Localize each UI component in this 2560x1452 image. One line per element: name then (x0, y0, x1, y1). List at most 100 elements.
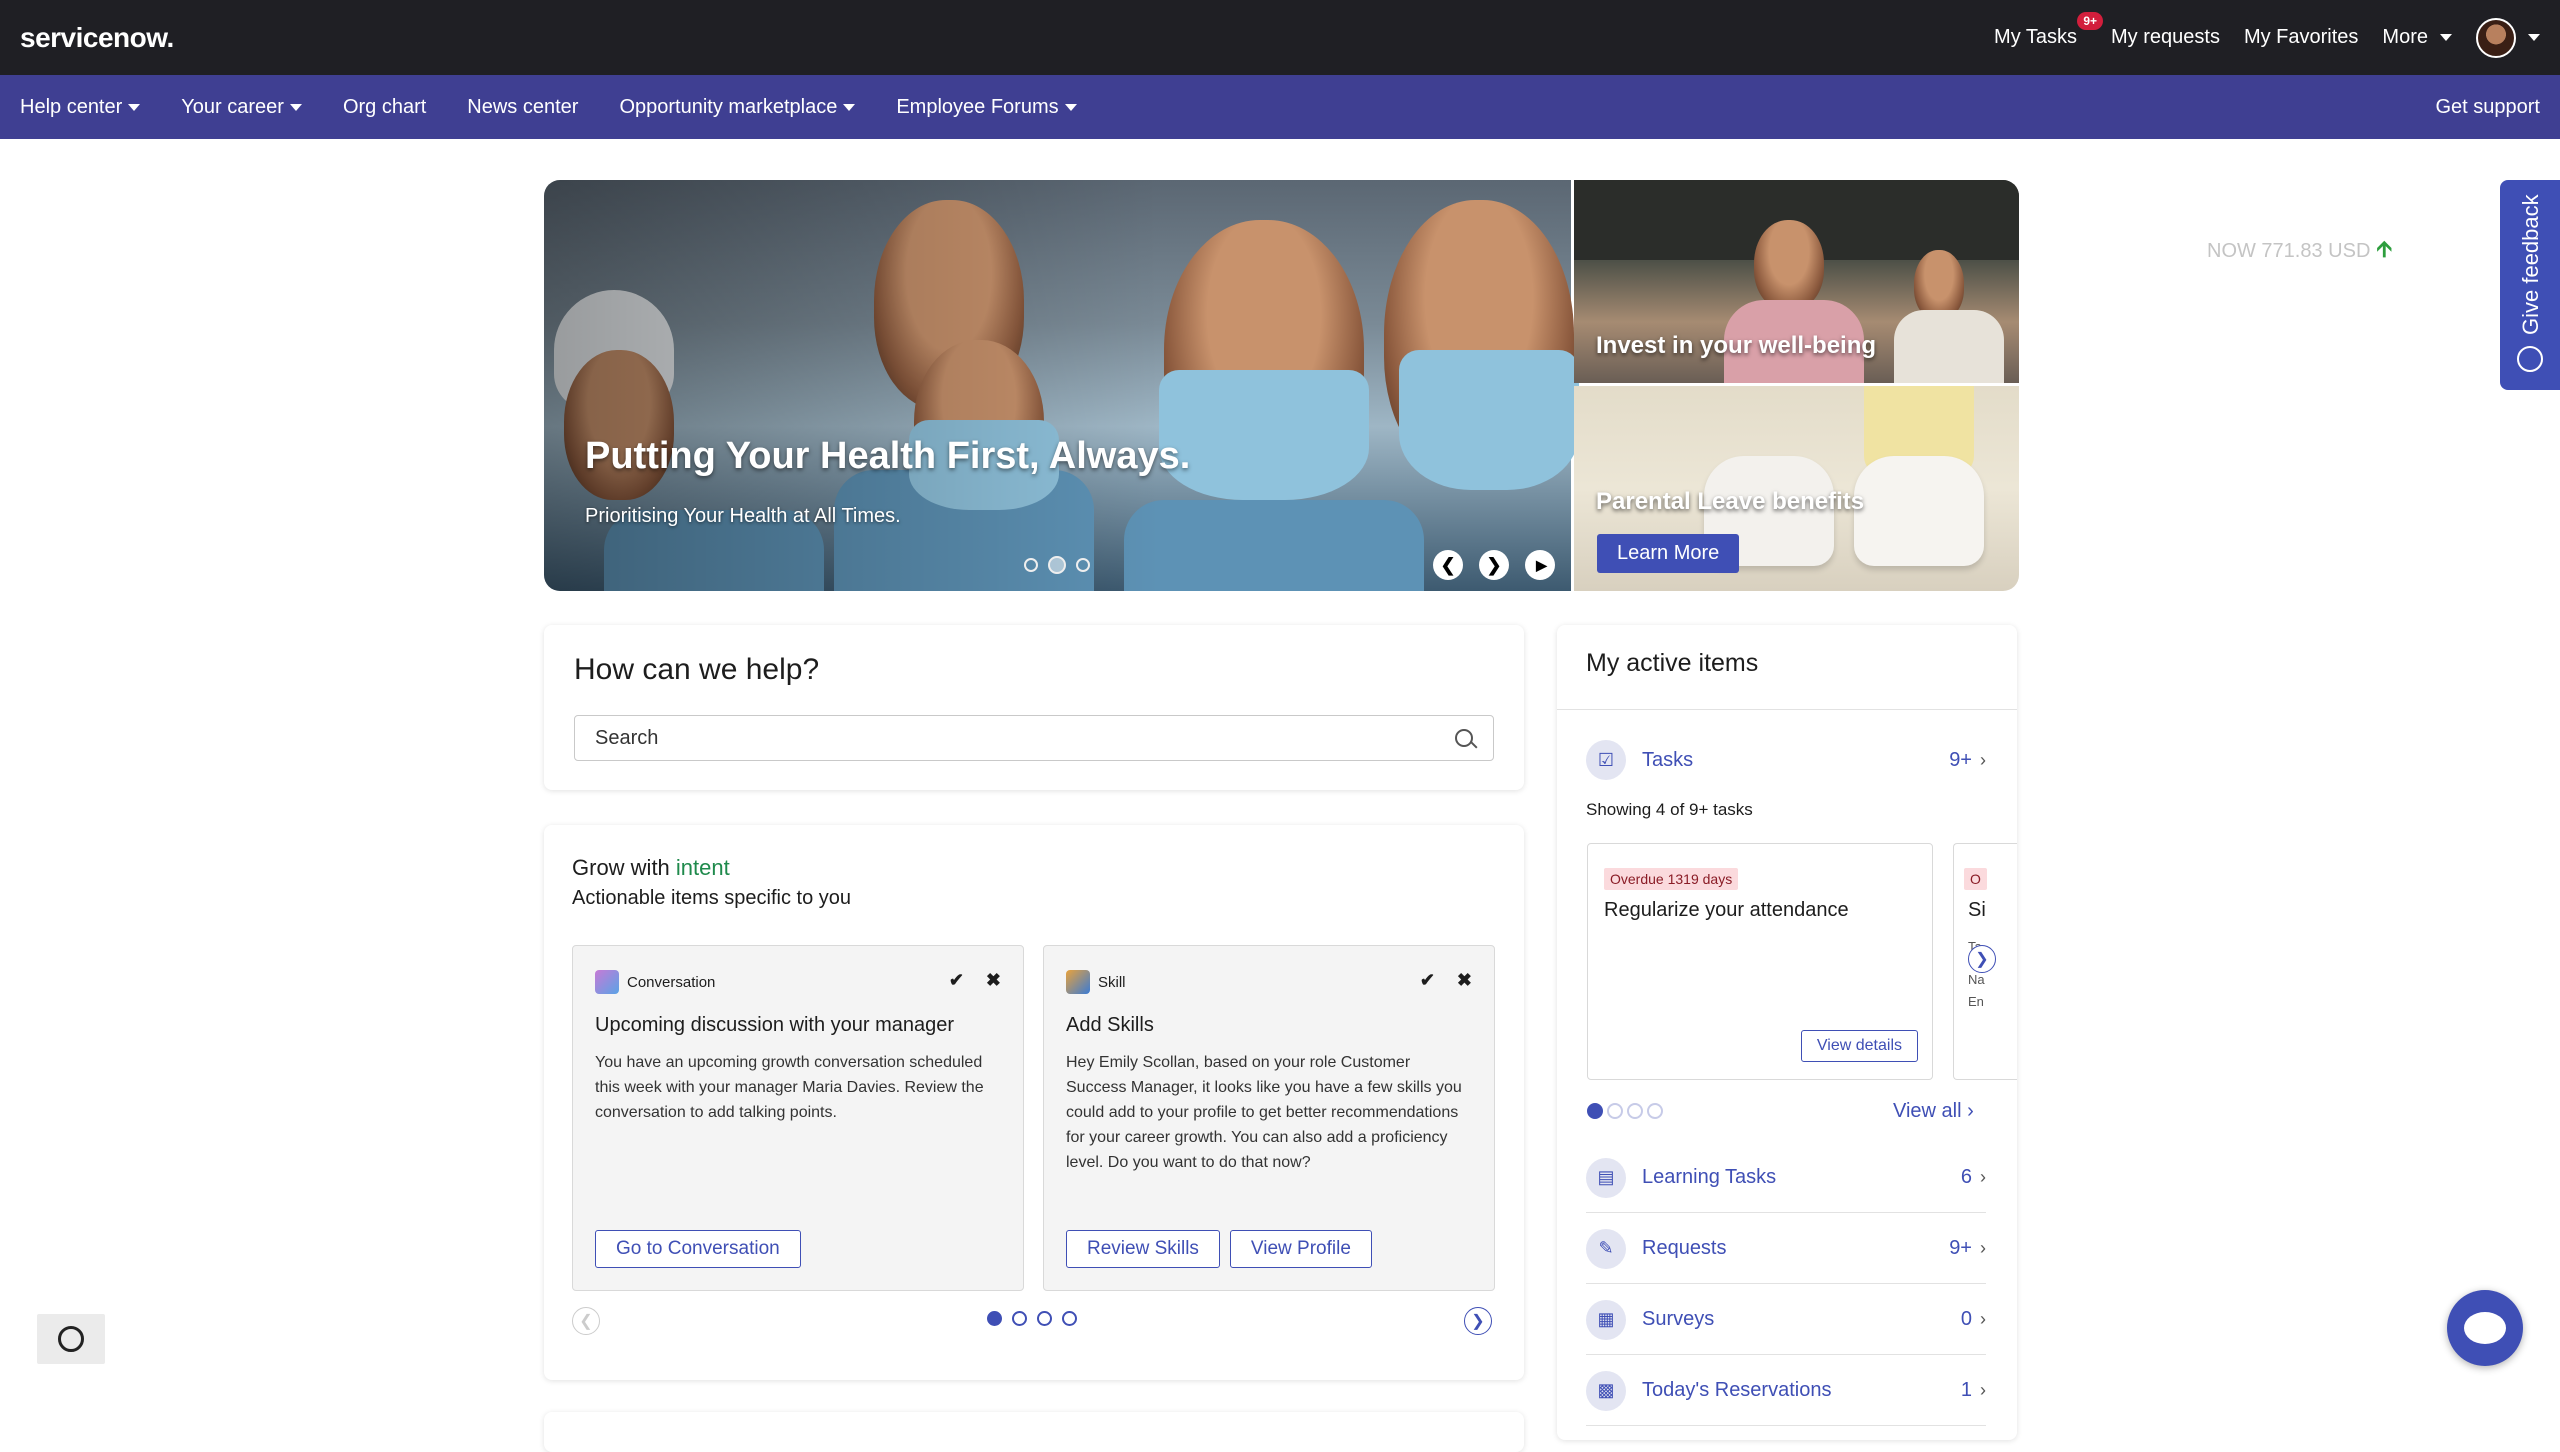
chevron-down-icon (289, 103, 302, 111)
user-menu[interactable] (2476, 17, 2540, 58)
give-feedback-tab[interactable]: Give feedback (2500, 180, 2560, 390)
pagination-dot[interactable] (1587, 1103, 1603, 1119)
pagination-dot[interactable] (987, 1311, 1002, 1326)
card-buttons: Go to Conversation (595, 1230, 801, 1268)
chat-button[interactable] (2447, 1290, 2523, 1366)
next-card-button[interactable]: ❯ (1464, 1307, 1492, 1335)
count-value: 0 (1960, 1308, 1972, 1330)
task-check-icon: ☑ (1586, 740, 1626, 780)
row-count: 6 › (1961, 1166, 1986, 1189)
tasks-row[interactable]: ☑ Tasks 9+ › (1586, 725, 1986, 795)
tools-icon (1066, 970, 1090, 994)
smiley-icon (2517, 346, 2543, 372)
nav-label: Opportunity marketplace (619, 95, 838, 118)
go-to-conversation-button[interactable]: Go to Conversation (595, 1230, 801, 1268)
chevron-right-icon: › (1980, 1238, 1986, 1258)
nav-your-career[interactable]: Your career (181, 96, 302, 119)
pagination-dot[interactable] (1037, 1311, 1052, 1326)
close-icon[interactable]: ✖ (986, 970, 1001, 991)
top-bar: servicenow. My Tasks 9+ My requests My F… (0, 0, 2560, 75)
clock-icon (58, 1326, 84, 1352)
row-count: 0 › (1961, 1308, 1986, 1331)
pagination-dot[interactable] (1607, 1103, 1623, 1119)
chevron-left-icon: ❮ (1440, 554, 1456, 575)
more-menu[interactable]: More (2382, 26, 2452, 49)
my-tasks-link[interactable]: My Tasks 9+ (1994, 12, 2104, 49)
learning-tasks-row[interactable]: ▤ Learning Tasks 6 › (1586, 1143, 1986, 1213)
surveys-row[interactable]: ▦ Surveys 0 › (1586, 1285, 1986, 1355)
view-all-link[interactable]: View all › (1893, 1100, 1974, 1123)
next-slide-button[interactable]: ❯ (1479, 550, 1509, 580)
my-favorites-link[interactable]: My Favorites (2244, 26, 2358, 49)
chevron-down-icon (2528, 34, 2540, 41)
next-task-button[interactable]: ❯ (1968, 945, 1996, 973)
task-card[interactable]: Overdue 1319 days Regularize your attend… (1587, 843, 1933, 1080)
previous-slide-button[interactable]: ❮ (1433, 550, 1463, 580)
row-label: Surveys (1642, 1308, 1715, 1330)
divider (1557, 709, 2017, 710)
nav-org-chart[interactable]: Org chart (343, 96, 426, 119)
close-icon[interactable]: ✖ (1457, 970, 1472, 991)
review-skills-button[interactable]: Review Skills (1066, 1230, 1220, 1268)
help-card: How can we help? Search (544, 625, 1524, 790)
hero-title: Putting Your Health First, Always. (585, 435, 1191, 477)
search-input[interactable]: Search (574, 715, 1494, 761)
get-support-link[interactable]: Get support (2435, 96, 2540, 119)
play-button[interactable]: ▶ (1525, 550, 1555, 580)
wellbeing-tile[interactable]: Invest in your well-being (1574, 180, 2019, 383)
hero-main-slide[interactable]: Putting Your Health First, Always. Prior… (544, 180, 1579, 591)
nav-news-center[interactable]: News center (467, 96, 578, 119)
reservations-row[interactable]: ▩ Today's Reservations 1 › (1586, 1356, 1986, 1426)
stock-text: NOW 771.83 USD (2207, 239, 2371, 262)
book-icon: ▤ (1586, 1157, 1626, 1198)
carousel-dot[interactable] (1024, 558, 1038, 572)
chevron-down-icon (2440, 34, 2452, 41)
task-meta: En (1968, 994, 1984, 1009)
search-icon[interactable] (1455, 729, 1473, 747)
task-meta: Na (1968, 972, 1985, 987)
view-details-button[interactable]: View details (1800, 1030, 1918, 1062)
parental-leave-title: Parental Leave benefits (1596, 488, 1865, 515)
row-label: Learning Tasks (1642, 1166, 1777, 1188)
nav-opportunity-marketplace[interactable]: Opportunity marketplace (619, 95, 856, 119)
next-section-card (544, 1412, 1524, 1452)
grow-title-highlight: intent (675, 855, 730, 880)
my-tasks-label: My Tasks (1994, 26, 2078, 48)
check-icon[interactable]: ✔ (1420, 970, 1435, 991)
person-figure (1894, 310, 2004, 383)
carousel-dot[interactable] (1048, 556, 1066, 574)
pagination-dot[interactable] (1647, 1103, 1663, 1119)
task-title: Regularize your attendance (1604, 899, 1849, 921)
conversation-icon (595, 970, 619, 994)
active-items-card: My active items ☑ Tasks 9+ › Showing 4 of… (1557, 625, 2017, 1440)
task-title: Si (1968, 899, 1986, 921)
pagination-dot[interactable] (1062, 1311, 1077, 1326)
conversation-card: Conversation ✔ ✖ Upcoming discussion wit… (572, 945, 1024, 1291)
edit-icon: ✎ (1586, 1228, 1626, 1269)
grow-pagination (987, 1311, 1077, 1326)
servicenow-logo[interactable]: servicenow. (20, 22, 174, 54)
parental-leave-tile[interactable]: Parental Leave benefits Learn More (1574, 386, 2019, 591)
carousel-dot[interactable] (1076, 558, 1090, 572)
skill-card: Skill ✔ ✖ Add Skills Hey Emily Scollan, … (1043, 945, 1495, 1291)
check-icon[interactable]: ✔ (949, 970, 964, 991)
view-profile-button[interactable]: View Profile (1229, 1230, 1372, 1268)
chevron-right-icon: ❯ (1975, 951, 1989, 968)
pagination-dot[interactable] (1012, 1311, 1027, 1326)
previous-card-button[interactable]: ❮ (572, 1307, 600, 1335)
learn-more-button[interactable]: Learn More (1597, 534, 1740, 573)
grow-subtitle: Actionable items specific to you (572, 887, 852, 909)
requests-row[interactable]: ✎ Requests 9+ › (1586, 1214, 1986, 1284)
chevron-right-icon: › (1980, 1167, 1986, 1187)
history-button[interactable] (37, 1314, 105, 1364)
row-count: 9+ › (1949, 749, 1986, 772)
chevron-right-icon: ❯ (1486, 554, 1502, 575)
nav-employee-forums[interactable]: Employee Forums (896, 96, 1077, 119)
my-requests-link[interactable]: My requests (2111, 26, 2220, 49)
chevron-right-icon: › (1980, 1380, 1986, 1400)
count-value: 9+ (1949, 748, 1972, 771)
pagination-dot[interactable] (1627, 1103, 1643, 1119)
overdue-badge: Overdue 1319 days (1604, 868, 1739, 890)
nav-help-center[interactable]: Help center (20, 96, 141, 119)
survey-icon: ▦ (1586, 1299, 1626, 1340)
